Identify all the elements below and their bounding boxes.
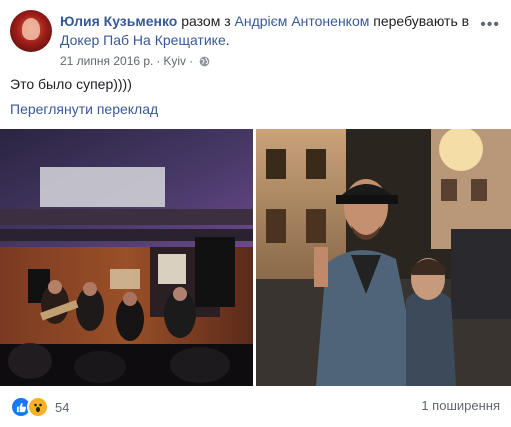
post-location[interactable]: Kyiv xyxy=(163,54,186,68)
shares-count[interactable]: 1 поширення xyxy=(421,398,500,413)
photo-concert[interactable] xyxy=(0,129,253,386)
reaction-count[interactable]: 54 xyxy=(55,400,69,415)
place-end: . xyxy=(225,32,230,48)
wow-icon xyxy=(27,396,49,418)
post-meta: 21 липня 2016 р. · Kyiv · xyxy=(60,54,210,68)
avatar[interactable] xyxy=(10,10,52,52)
with-word: разом з xyxy=(181,13,231,29)
meta-separator: · xyxy=(156,54,161,68)
post-headline: Юлия Кузьменко разом з Андрієм Антоненко… xyxy=(60,12,480,50)
photo-grid xyxy=(0,129,511,386)
see-translation-link[interactable]: Переглянути переклад xyxy=(10,101,158,117)
author-name[interactable]: Юлия Кузьменко xyxy=(60,13,177,29)
globe-icon[interactable] xyxy=(199,56,210,67)
post-text: Это было супер)))) xyxy=(10,76,132,92)
post-footer: 54 1 поширення xyxy=(10,394,500,418)
post-header: Юлия Кузьменко разом з Андрієм Антоненко… xyxy=(10,10,500,68)
companion-link[interactable]: Андрієм Антоненком xyxy=(235,13,370,29)
at-word: перебувають в xyxy=(373,13,470,29)
post-date[interactable]: 21 липня 2016 р. xyxy=(60,54,153,68)
photo-street-portrait[interactable] xyxy=(256,129,511,386)
meta-separator-2: · xyxy=(189,54,194,68)
more-icon[interactable]: ••• xyxy=(480,16,500,34)
reactions-summary[interactable]: 54 xyxy=(10,396,69,418)
place-link[interactable]: Докер Паб На Крещатике xyxy=(60,32,226,48)
